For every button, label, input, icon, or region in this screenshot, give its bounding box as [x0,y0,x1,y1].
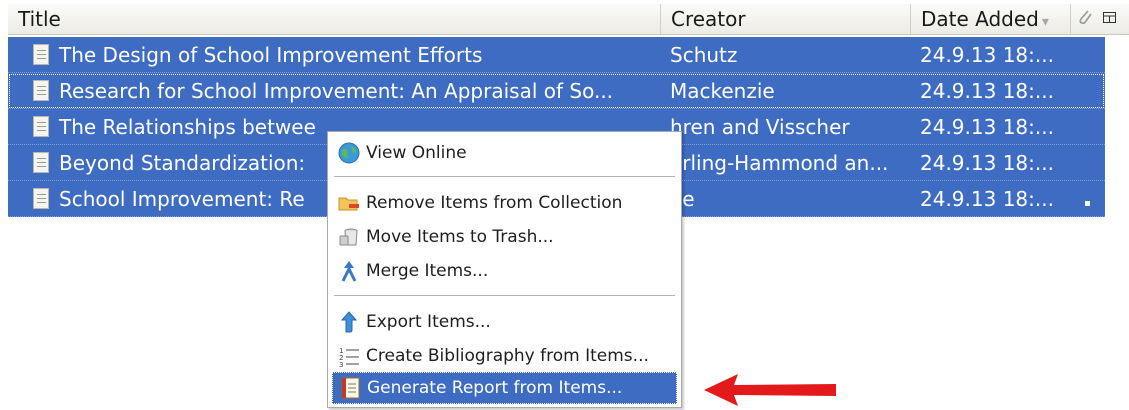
row-creator: Mackenzie [670,78,775,103]
trash-icon [336,224,362,250]
row-title: School Improvement: Re [59,186,305,211]
attachment-indicator [1070,187,1105,211]
row-date-added: 24.9.13 18:... [920,78,1054,103]
document-icon [33,80,49,101]
row-creator: Schutz [670,42,738,67]
merge-icon [336,258,362,284]
menu-item-label: View Online [366,143,467,163]
row-date-added: 24.9.13 18:... [920,114,1054,139]
export-arrow-icon [336,309,362,335]
sort-descending-icon: ▾ [1041,14,1049,30]
table-row[interactable]: Research for School Improvement: An Appr… [8,73,1105,109]
globe-icon [336,140,362,166]
menu-item-label: Create Bibliography from Items... [366,346,649,366]
row-title: The Relationships betwee [59,114,316,139]
row-creator: hren and Visscher [670,114,850,139]
menu-item-label: Move Items to Trash... [366,227,554,247]
column-header-creator[interactable]: Creator [660,4,910,34]
column-header-attachments[interactable] [1070,4,1098,34]
menu-item-move-to-trash[interactable]: Move Items to Trash... [332,221,677,253]
row-title: Beyond Standardization: [59,150,306,175]
row-creator: arling-Hammond an... [670,150,889,175]
menu-item-export-items[interactable]: Export Items... [332,306,677,338]
menu-item-view-online[interactable]: View Online [332,137,677,169]
red-arrow-icon [704,374,836,406]
paperclip-icon [1079,10,1092,25]
column-header: Title Creator Date Added ▾ [8,4,1129,35]
bibliography-list-icon: 123 [336,343,362,369]
menu-item-create-bibliography[interactable]: 123 Create Bibliography from Items... [332,340,677,372]
column-title-label: Title [18,7,61,31]
menu-item-generate-report[interactable]: Generate Report from Items... [332,372,677,404]
folder-remove-icon [336,190,362,216]
menu-item-label: Remove Items from Collection [366,193,623,213]
column-picker-button[interactable] [1098,4,1128,34]
menu-item-label: Merge Items... [366,261,489,281]
menu-separator [334,295,675,297]
menu-item-label: Export Items... [366,312,491,332]
row-date-added: 24.9.13 18:... [920,42,1054,67]
row-date-added: 24.9.13 18:... [920,150,1054,175]
menu-separator [334,176,675,178]
column-creator-label: Creator [671,7,746,31]
column-header-title[interactable]: Title [8,4,660,34]
row-title: Research for School Improvement: An Appr… [59,78,614,103]
document-icon [33,152,49,173]
menu-item-remove-from-collection[interactable]: Remove Items from Collection [332,187,677,219]
row-date-added: 24.9.13 18:... [920,186,1054,211]
document-icon [33,116,49,137]
svg-text:3: 3 [339,361,343,368]
report-icon [337,375,363,401]
row-title: The Design of School Improvement Efforts [59,42,483,67]
document-icon [33,44,49,65]
attachment-dot-icon [1085,200,1090,206]
column-picker-icon [1103,12,1116,23]
document-icon [33,188,49,209]
menu-item-label: Generate Report from Items... [367,378,623,398]
table-row[interactable]: The Design of School Improvement Efforts… [8,37,1105,73]
column-date-added-label: Date Added [921,7,1039,31]
column-header-date-added[interactable]: Date Added ▾ [910,4,1070,34]
menu-item-merge-items[interactable]: Merge Items... [332,255,677,287]
context-menu: View Online Remove Items from Collection… [327,131,682,408]
row-creator: oe [670,186,695,211]
